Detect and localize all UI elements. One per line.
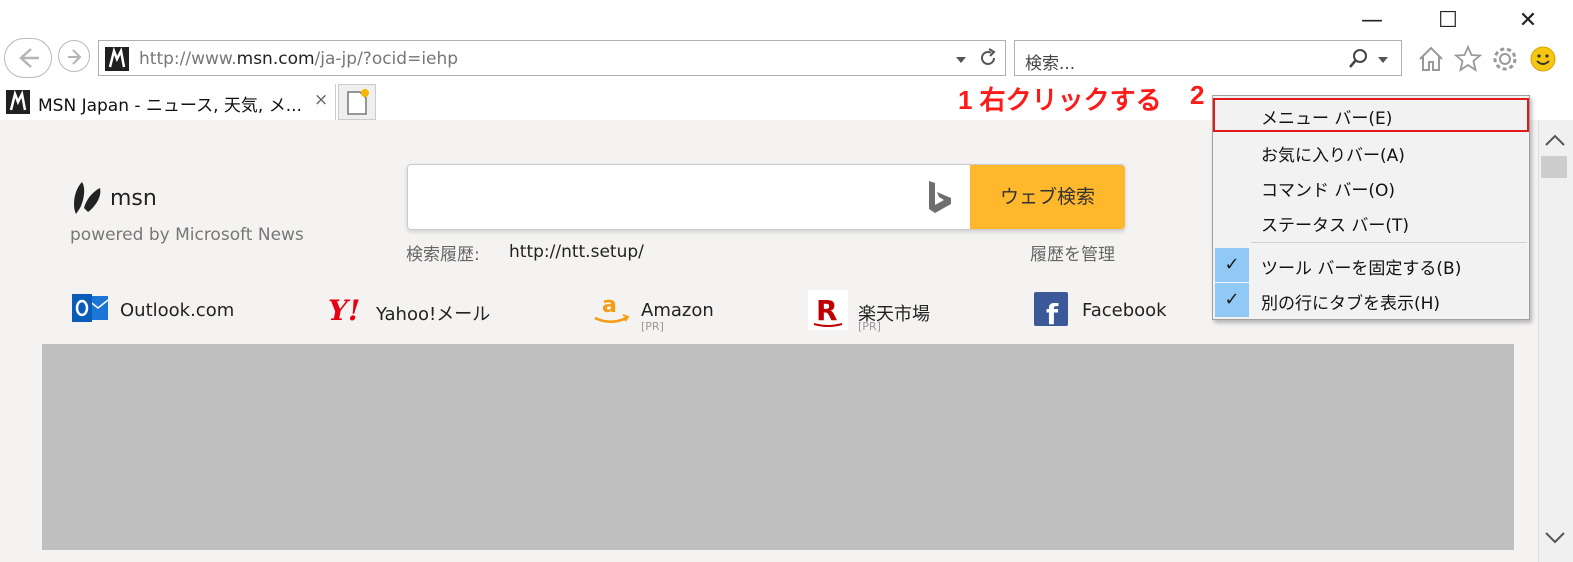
yahoo-icon: Y! (328, 294, 360, 326)
msn-favicon-icon (6, 89, 30, 114)
back-button[interactable] (4, 38, 52, 78)
outlook-icon (72, 294, 108, 322)
powered-by-text: powered by Microsoft News (70, 225, 304, 245)
menu-item-favorites-bar[interactable]: お気に入りバー(A) (1213, 135, 1529, 169)
menu-item-lock-toolbars[interactable]: ✓ ツール バーを固定する(B) (1213, 248, 1529, 282)
forward-arrow-icon (68, 49, 82, 65)
search-history-label: 検索履歴: (406, 245, 480, 265)
search-history-item[interactable]: http://ntt.setup/ (509, 242, 644, 262)
back-arrow-icon (19, 48, 39, 68)
msn-brand: msn (110, 186, 157, 211)
link-label: Facebook (1082, 300, 1167, 321)
menu-item-menu-bar[interactable]: メニュー バー(E) (1213, 98, 1529, 132)
menu-item-label: メニュー バー(E) (1261, 109, 1393, 129)
msn-favicon-icon (105, 46, 129, 71)
favorites-star-icon[interactable] (1453, 44, 1483, 74)
msn-search-box[interactable]: ウェブ検索 (407, 164, 1125, 230)
svg-text:Y!: Y! (328, 294, 360, 326)
search-icon[interactable] (1347, 47, 1371, 71)
link-rakuten[interactable]: R 楽天市場 [PR] (808, 290, 948, 333)
search-placeholder: 検索... (1025, 54, 1076, 74)
annotation-step-2: 2 (1190, 80, 1205, 110)
home-icon[interactable] (1416, 44, 1446, 74)
menu-item-label: ツール バーを固定する(B) (1261, 259, 1462, 279)
link-outlook[interactable]: Outlook.com (72, 292, 252, 332)
menu-item-tabs-separate-row[interactable]: ✓ 別の行にタブを表示(H) (1213, 283, 1529, 317)
new-tab-icon (347, 89, 369, 115)
close-window-button[interactable]: ✕ (1498, 4, 1558, 38)
facebook-icon: f (1034, 292, 1068, 326)
svg-text:R: R (816, 294, 838, 327)
search-dropdown-icon[interactable] (1377, 56, 1389, 64)
refresh-icon[interactable] (977, 47, 999, 69)
menu-item-label: コマンド バー(O) (1261, 181, 1396, 201)
settings-gear-icon[interactable] (1490, 44, 1520, 74)
menu-item-status-bar[interactable]: ステータス バー(T) (1213, 205, 1529, 239)
rakuten-icon: R (808, 290, 848, 330)
dropdown-arrow-icon[interactable] (955, 56, 967, 64)
ad-banner (42, 344, 1514, 550)
pr-badge: [PR] (858, 320, 881, 333)
menu-item-command-bar[interactable]: コマンド バー(O) (1213, 170, 1529, 204)
new-tab-button[interactable] (338, 84, 376, 120)
menu-item-label: 別の行にタブを表示(H) (1261, 294, 1441, 314)
link-amazon[interactable]: a Amazon [PR] (592, 292, 732, 333)
link-label: Amazon (641, 300, 714, 321)
link-label: Outlook.com (120, 300, 235, 321)
scroll-up-icon[interactable] (1543, 132, 1567, 148)
tab-title: MSN Japan - ニュース, 天気, メ... (38, 96, 302, 116)
link-yahoo-mail[interactable]: Y! Yahoo!メール (328, 292, 508, 332)
forward-button[interactable] (58, 40, 90, 72)
browser-search-box[interactable]: 検索... (1014, 40, 1402, 76)
pr-badge: [PR] (641, 320, 664, 333)
scroll-down-icon[interactable] (1543, 530, 1567, 546)
menu-item-label: お気に入りバー(A) (1261, 146, 1405, 166)
svg-text:f: f (1046, 298, 1059, 326)
menu-separator (1251, 242, 1527, 243)
url-text[interactable]: http://www.msn.com/ja-jp/?ocid=iehp (139, 49, 458, 69)
check-icon: ✓ (1215, 283, 1249, 317)
tab-close-button[interactable]: × (314, 90, 328, 110)
msn-butterfly-icon (74, 182, 101, 214)
menu-item-label: ステータス バー(T) (1261, 216, 1410, 236)
tab-msn-japan[interactable]: MSN Japan - ニュース, 天気, メ... × (0, 84, 336, 120)
svg-text:a: a (602, 293, 617, 318)
check-icon: ✓ (1215, 248, 1249, 282)
vertical-scrollbar[interactable] (1538, 120, 1573, 562)
amazon-icon: a (594, 293, 630, 323)
minimize-button[interactable]: — (1342, 4, 1402, 38)
web-search-button[interactable]: ウェブ検索 (970, 165, 1125, 229)
maximize-button[interactable]: ☐ (1418, 4, 1478, 38)
smiley-feedback-icon[interactable] (1528, 44, 1558, 74)
toolbar-context-menu: メニュー バー(E) お気に入りバー(A) コマンド バー(O) ステータス バ… (1212, 95, 1530, 320)
link-label: Yahoo!メール (376, 304, 491, 325)
scrollbar-thumb[interactable] (1541, 156, 1567, 178)
manage-history-link[interactable]: 履歴を管理 (1030, 240, 1115, 265)
annotation-step-1: 1 右クリックする (958, 85, 1162, 115)
address-bar[interactable]: http://www.msn.com/ja-jp/?ocid=iehp (98, 40, 1006, 76)
link-facebook[interactable]: f Facebook (1034, 292, 1174, 332)
bing-logo-icon (929, 181, 951, 213)
